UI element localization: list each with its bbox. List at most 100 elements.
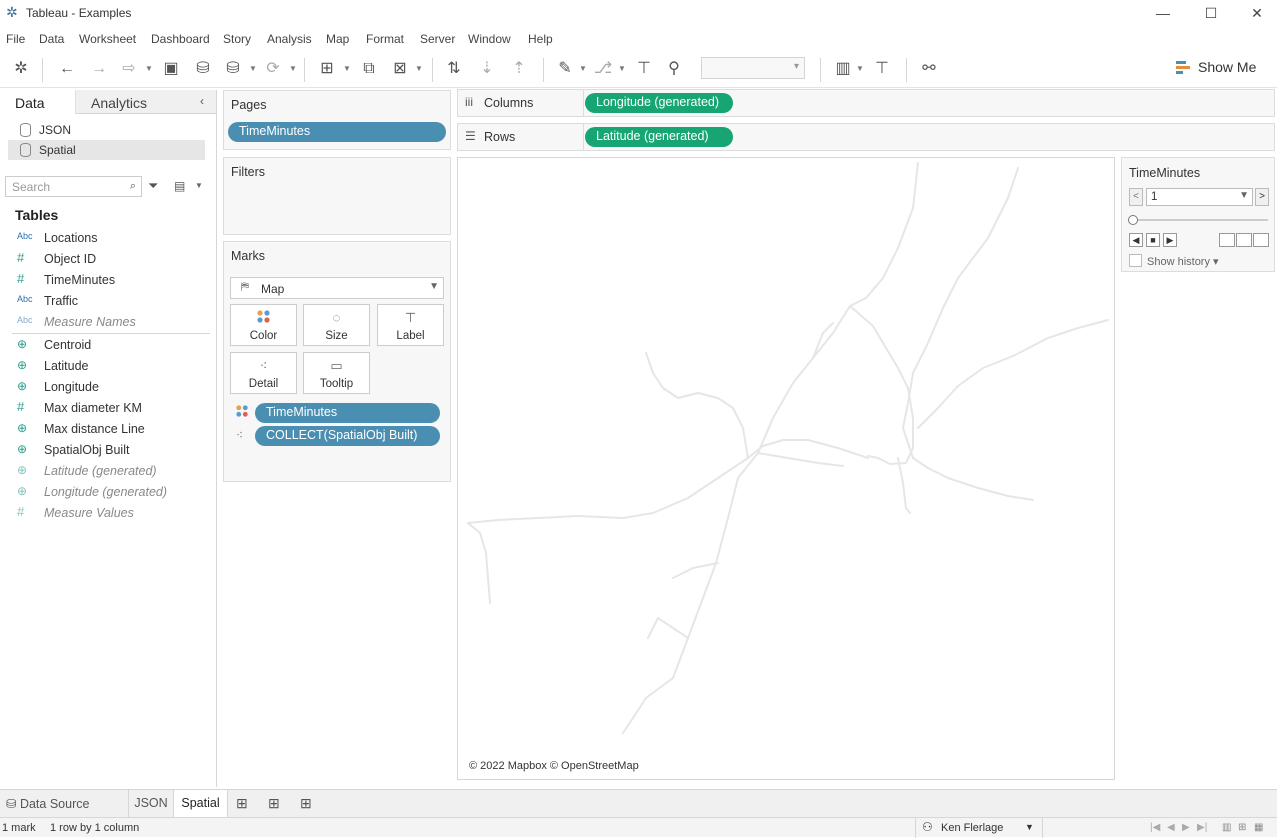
field-item[interactable]: ⊕ Longitude (generated) xyxy=(0,482,215,502)
field-item[interactable]: Abc Measure Names xyxy=(0,312,215,332)
play-forward-icon[interactable]: ▶ xyxy=(1163,233,1177,247)
minimize-button[interactable]: — xyxy=(1140,3,1186,23)
new-dashboard-icon[interactable]: ⊞ xyxy=(268,789,280,816)
first-sheet-icon[interactable]: |◀ xyxy=(1150,822,1160,833)
group-icon[interactable]: ⎇ xyxy=(592,59,614,79)
duplicate-icon[interactable]: ⧉ xyxy=(358,59,380,79)
columns-shelf[interactable]: iii Columns xyxy=(457,89,1275,117)
show-me-button[interactable]: Show Me xyxy=(1172,58,1262,78)
field-item[interactable]: ⊕ Longitude xyxy=(0,377,215,397)
menu-dashboard[interactable]: Dashboard xyxy=(151,32,210,46)
search-input[interactable] xyxy=(6,177,116,196)
speed-medium-icon[interactable] xyxy=(1236,233,1252,247)
marks-color-button[interactable]: Color xyxy=(230,304,297,346)
pause-updates-icon[interactable]: ⛁ xyxy=(222,59,244,79)
fit-width-combo[interactable] xyxy=(701,57,805,79)
pin-icon[interactable]: ⚲ xyxy=(663,59,685,79)
sheet-tab-json[interactable]: JSON xyxy=(128,790,173,817)
menu-window[interactable]: Window xyxy=(468,32,511,46)
datasource-spatial[interactable]: Spatial xyxy=(8,140,205,160)
redo-icon[interactable]: → xyxy=(88,59,110,79)
marks-tooltip-button[interactable]: ▭ Tooltip xyxy=(303,352,370,394)
menu-server[interactable]: Server xyxy=(420,32,455,46)
replay-dropdown-icon[interactable]: ▼ xyxy=(145,59,153,79)
filter-icon[interactable]: ⏷ xyxy=(148,178,158,194)
speed-fast-icon[interactable] xyxy=(1253,233,1269,247)
speed-slow-icon[interactable] xyxy=(1219,233,1235,247)
highlight-icon[interactable]: ✎ xyxy=(554,59,576,79)
swap-icon[interactable]: ⇅ xyxy=(443,59,465,79)
show-tabs-icon[interactable]: ▦ xyxy=(1254,822,1263,833)
share-icon[interactable]: ⚯ xyxy=(918,59,940,79)
pause-dropdown-icon[interactable]: ▼ xyxy=(249,59,257,79)
new-datasource-icon[interactable]: ⛁ xyxy=(192,59,214,79)
new-story-icon[interactable]: ⊞ xyxy=(300,789,312,816)
datasource-json[interactable]: JSON xyxy=(8,120,205,140)
marks-label-button[interactable]: ⊤ Label xyxy=(377,304,444,346)
save-icon[interactable]: ▣ xyxy=(160,59,182,79)
sort-descending-icon[interactable]: ⇡ xyxy=(508,59,530,79)
field-item[interactable]: ⊕ SpatialObj Built xyxy=(0,440,215,460)
menu-story[interactable]: Story xyxy=(223,32,251,46)
field-item[interactable]: # Object ID xyxy=(0,249,215,269)
prev-page-button[interactable]: < xyxy=(1129,188,1143,206)
page-select[interactable]: 1 ▼ xyxy=(1146,188,1253,206)
sheet-tab-spatial[interactable]: Spatial xyxy=(173,790,228,817)
group-dropdown-icon[interactable]: ▼ xyxy=(618,59,626,79)
columns-pill[interactable]: Longitude (generated) xyxy=(585,93,733,113)
search-field[interactable]: ⌕ xyxy=(5,176,142,197)
field-item[interactable]: ⊕ Latitude (generated) xyxy=(0,461,215,481)
pages-pill[interactable]: TimeMinutes xyxy=(228,122,446,142)
play-backward-icon[interactable]: ◀ xyxy=(1129,233,1143,247)
menu-analysis[interactable]: Analysis xyxy=(267,32,312,46)
collapse-pane-icon[interactable]: ‹ xyxy=(200,94,204,108)
last-sheet-icon[interactable]: ▶| xyxy=(1197,822,1207,833)
field-item[interactable]: ⊕ Latitude xyxy=(0,356,215,376)
field-item[interactable]: ⊕ Centroid xyxy=(0,335,215,355)
field-item[interactable]: # TimeMinutes xyxy=(0,270,215,290)
menu-file[interactable]: File xyxy=(6,32,25,46)
map-view[interactable]: © 2022 Mapbox © OpenStreetMap xyxy=(457,157,1115,780)
user-dropdown-icon[interactable]: ▼ xyxy=(1025,822,1034,832)
next-sheet-icon[interactable]: ▶ xyxy=(1182,822,1190,833)
show-filmstrip-icon[interactable]: ▥ xyxy=(1222,822,1231,833)
prev-sheet-icon[interactable]: ◀ xyxy=(1167,822,1175,833)
field-item[interactable]: Abc Locations xyxy=(0,228,215,248)
field-item[interactable]: Abc Traffic xyxy=(0,291,215,311)
marks-detail-pill[interactable]: COLLECT(SpatialObj Built) xyxy=(255,426,440,446)
clear-dropdown-icon[interactable]: ▼ xyxy=(415,59,423,79)
data-source-tab[interactable]: ⛁ Data Source xyxy=(6,790,89,817)
menu-worksheet[interactable]: Worksheet xyxy=(79,32,136,46)
fit-dropdown-icon[interactable]: ▼ xyxy=(856,59,864,79)
clear-sheet-icon[interactable]: ⊠ xyxy=(389,59,411,79)
field-item[interactable]: # Measure Values xyxy=(0,503,215,523)
show-sheet-sorter-icon[interactable]: ⊞ xyxy=(1238,822,1246,833)
new-worksheet-icon[interactable]: ⊞ xyxy=(316,59,338,79)
stop-icon[interactable]: ■ xyxy=(1146,233,1160,247)
refresh-icon[interactable]: ⟳ xyxy=(262,59,284,79)
highlight-dropdown-icon[interactable]: ▼ xyxy=(579,59,587,79)
next-page-button[interactable]: > xyxy=(1255,188,1269,206)
rows-shelf[interactable]: ☰ Rows xyxy=(457,123,1275,151)
marks-detail-button[interactable]: ⁖ Detail xyxy=(230,352,297,394)
new-worksheet-icon[interactable]: ⊞ xyxy=(236,789,248,816)
field-item[interactable]: ⊕ Max distance Line xyxy=(0,419,215,439)
menu-format[interactable]: Format xyxy=(366,32,404,46)
show-history-label[interactable]: Show history ▾ xyxy=(1147,255,1219,268)
marks-size-button[interactable]: ◌ Size xyxy=(303,304,370,346)
sort-ascending-icon[interactable]: ⇣ xyxy=(476,59,498,79)
rows-pill[interactable]: Latitude (generated) xyxy=(585,127,733,147)
new-worksheet-dropdown-icon[interactable]: ▼ xyxy=(343,59,351,79)
page-slider-handle[interactable] xyxy=(1128,215,1138,225)
replay-icon[interactable]: ⇨ xyxy=(118,59,140,79)
close-button[interactable]: ✕ xyxy=(1234,3,1277,23)
maximize-button[interactable]: ☐ xyxy=(1188,3,1234,23)
tab-data[interactable]: Data xyxy=(0,90,76,114)
field-item[interactable]: # Max diameter KM xyxy=(0,398,215,418)
fit-icon[interactable]: ▥ xyxy=(832,59,854,79)
label-icon[interactable]: ⊤ xyxy=(633,59,655,79)
view-options-icon[interactable]: ▤ xyxy=(174,179,185,193)
filters-card[interactable]: Filters xyxy=(223,157,451,235)
tab-analytics[interactable]: Analytics xyxy=(76,90,216,114)
tableau-logo-icon[interactable]: ✲ xyxy=(10,59,32,79)
